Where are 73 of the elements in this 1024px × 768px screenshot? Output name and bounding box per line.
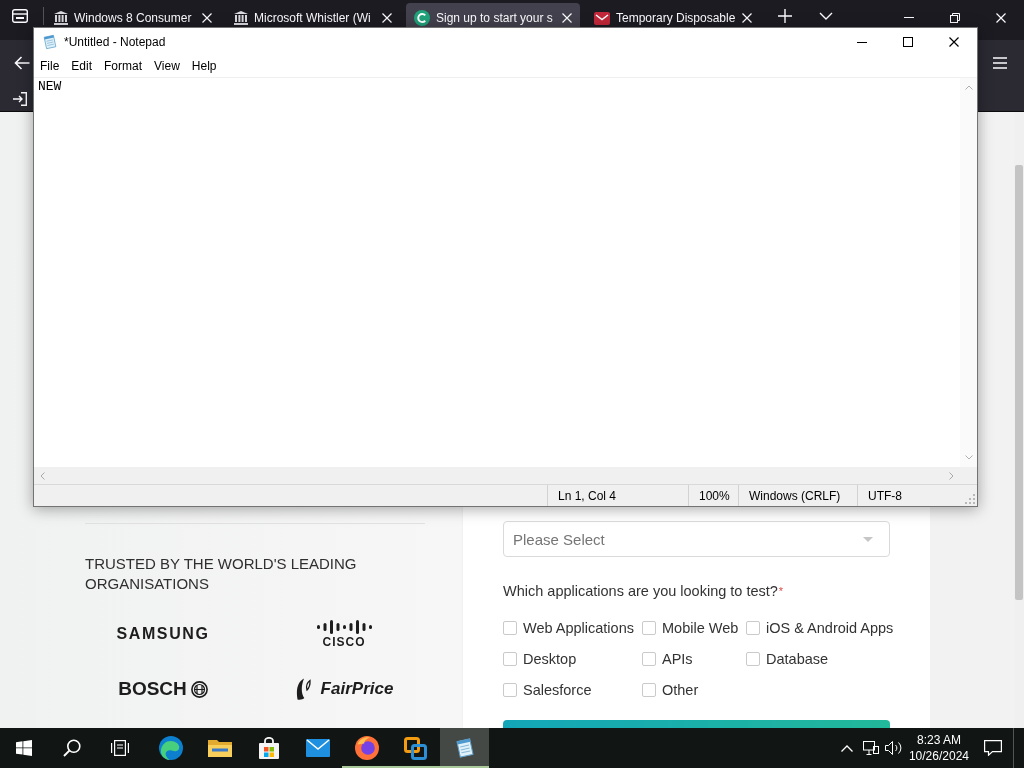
chevron-down-icon[interactable] bbox=[819, 12, 833, 20]
envelope-icon[interactable] bbox=[305, 739, 330, 757]
text-editor[interactable]: NEW bbox=[34, 78, 960, 467]
checkbox[interactable] bbox=[642, 652, 656, 666]
logo-wordmark: FairPrice bbox=[320, 679, 394, 699]
network-icon[interactable] bbox=[862, 740, 879, 756]
status-text: Ln 1, Col 4 bbox=[558, 488, 617, 503]
checkbox-label: Other bbox=[662, 681, 699, 700]
menu-item[interactable]: File bbox=[34, 57, 66, 76]
logo-wordmark: SAMSUNG bbox=[116, 625, 210, 643]
checkbox-label: APIs bbox=[662, 650, 693, 669]
columns-icon bbox=[234, 11, 248, 25]
browser-tab[interactable]: Windows 8 Consumer bbox=[46, 3, 220, 27]
status-text: UTF-8 bbox=[868, 488, 902, 503]
overlapping-squares-icon[interactable] bbox=[404, 736, 427, 760]
caret-down-icon bbox=[863, 536, 873, 542]
swirl-icon[interactable] bbox=[158, 736, 183, 760]
notification-icon[interactable] bbox=[984, 740, 1002, 756]
login-icon[interactable] bbox=[13, 91, 27, 106]
minimize-icon[interactable] bbox=[857, 41, 867, 43]
maximize-icon[interactable] bbox=[903, 37, 913, 47]
checkbox[interactable] bbox=[642, 683, 656, 697]
ring-icon bbox=[190, 680, 208, 698]
status-text: 100% bbox=[699, 488, 730, 503]
back-icon[interactable] bbox=[14, 56, 30, 70]
checkbox[interactable] bbox=[746, 652, 760, 666]
checkbox[interactable] bbox=[503, 683, 517, 697]
window-title: *Untitled - Notepad bbox=[64, 35, 167, 49]
menu-item[interactable]: Help bbox=[185, 57, 223, 76]
envelope-icon bbox=[594, 11, 610, 25]
checkbox[interactable] bbox=[503, 652, 517, 666]
columns-icon bbox=[54, 11, 68, 25]
checkbox-label: iOS & Android Apps bbox=[766, 619, 894, 638]
checkbox-label: Mobile Web bbox=[662, 619, 739, 638]
search-icon[interactable] bbox=[63, 739, 81, 757]
chevron-up-icon[interactable] bbox=[840, 744, 853, 752]
required-mark: * bbox=[778, 585, 784, 597]
checkbox-label: Database bbox=[766, 650, 829, 669]
browser-tab[interactable]: Sign up to start your s bbox=[406, 3, 580, 27]
question-label: Which applications are you looking to test? bbox=[503, 583, 778, 599]
menu-item[interactable]: View bbox=[148, 57, 186, 76]
checkbox-label: Desktop bbox=[523, 650, 577, 669]
close-icon[interactable] bbox=[949, 37, 959, 47]
menu-icon[interactable] bbox=[993, 57, 1007, 69]
shopping-bag-icon[interactable] bbox=[257, 737, 280, 759]
page-scrollbar[interactable] bbox=[1014, 112, 1024, 728]
clock-time[interactable]: 8:23 AM bbox=[916, 732, 961, 748]
checkbox[interactable] bbox=[746, 621, 760, 635]
windows-icon[interactable] bbox=[16, 740, 32, 756]
taskbar-app[interactable] bbox=[440, 728, 489, 768]
clock-date[interactable]: 10/26/2024 bbox=[908, 748, 969, 764]
checkbox-label: Web Applications bbox=[523, 619, 634, 638]
logo-wordmark: CISCO bbox=[322, 635, 366, 649]
resize-grip-icon[interactable] bbox=[965, 494, 975, 504]
status-text: Windows (CRLF) bbox=[749, 488, 841, 503]
menu-item[interactable]: Edit bbox=[65, 57, 99, 76]
bars-icon bbox=[316, 619, 372, 634]
tab-overview-icon[interactable] bbox=[12, 9, 28, 23]
task-view-icon[interactable] bbox=[111, 740, 129, 756]
speaker-icon[interactable] bbox=[884, 741, 903, 755]
select-field[interactable]: Please Select bbox=[503, 521, 890, 557]
section-heading: TRUSTED BY THE WORLD'S LEADING ORGANISATIONS bbox=[85, 554, 358, 594]
checkbox[interactable] bbox=[503, 621, 517, 635]
browser-tab[interactable]: Temporary Disposable bbox=[586, 3, 760, 27]
checkbox[interactable] bbox=[642, 621, 656, 635]
checkbox-label: Salesforce bbox=[523, 681, 592, 700]
folder-icon[interactable] bbox=[207, 738, 232, 758]
menu-item[interactable]: Format bbox=[98, 57, 149, 76]
browser-tab[interactable]: Microsoft Whistler (Wi bbox=[226, 3, 400, 27]
logo-wordmark: BOSCH bbox=[118, 678, 187, 700]
flame-globe-icon[interactable] bbox=[354, 736, 379, 760]
restore-icon[interactable] bbox=[950, 12, 960, 23]
plus-icon[interactable] bbox=[778, 9, 792, 23]
